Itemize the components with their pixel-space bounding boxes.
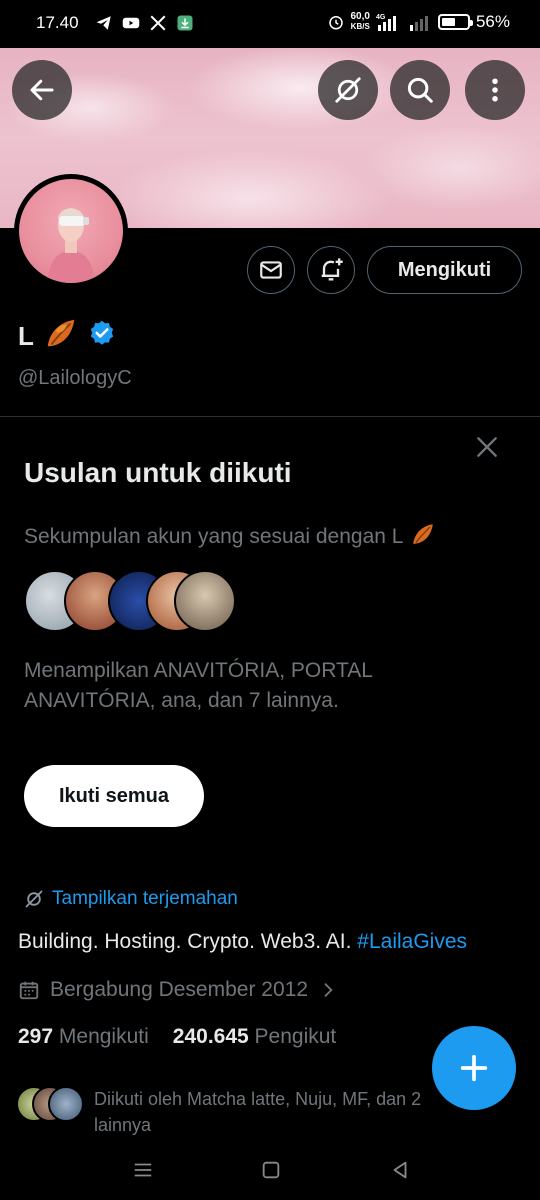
followers-label: Pengikut (254, 1025, 337, 1048)
bio-text: Building. Hosting. Crypto. Web3. AI. (18, 930, 352, 953)
show-translation-link[interactable]: Tampilkan terjemahan (24, 888, 238, 910)
back-button[interactable] (12, 60, 72, 120)
speed-value: 60,0 (350, 11, 370, 22)
home-button[interactable] (257, 1156, 285, 1184)
following-label: Mengikuti (58, 1025, 149, 1048)
youtube-icon (122, 14, 140, 32)
plus-icon (460, 1054, 488, 1082)
battery-icon (437, 14, 473, 30)
recent-apps-button[interactable] (129, 1156, 157, 1184)
leaf-emoji-icon (42, 314, 80, 359)
more-options-button[interactable] (465, 60, 525, 120)
svg-text:4G: 4G (376, 14, 386, 21)
following-button[interactable]: Mengikuti (367, 246, 522, 294)
home-square-icon (262, 1161, 280, 1179)
compose-button[interactable] (432, 1026, 516, 1110)
suggestions-subtitle: Sekumpulan akun yang sesuai dengan L (24, 520, 437, 554)
status-system-icons: 60,0 KB/S 4G 56% (327, 12, 510, 32)
profile-avatar[interactable] (14, 174, 128, 288)
telegram-icon (95, 14, 113, 32)
display-name: L (18, 321, 34, 351)
joined-text: Bergabung Desember 2012 (50, 978, 309, 1001)
battery-percent: 56% (475, 12, 510, 31)
network-speed: 60,0 KB/S (351, 12, 370, 32)
followed-by-avatars (16, 1086, 84, 1122)
suggested-avatar[interactable] (174, 570, 236, 632)
verified-badge-icon[interactable] (88, 319, 116, 354)
avatar-image (19, 179, 123, 283)
back-triangle-icon (393, 1161, 407, 1179)
suggestions-subtitle-text: Sekumpulan akun yang sesuai dengan L (24, 525, 404, 548)
signal-icon: 4G (376, 13, 402, 31)
search-button[interactable] (390, 60, 450, 120)
dismiss-suggestions-button[interactable] (470, 430, 504, 464)
suggestions-description: Menampilkan ANAVITÓRIA, PORTAL ANAVITÓRI… (24, 659, 373, 712)
suggested-accounts-avatars[interactable] (24, 570, 244, 632)
leaf-emoji-icon (409, 520, 437, 554)
joined-date[interactable]: Bergabung Desember 2012 (18, 978, 338, 1002)
followed-by[interactable]: Diikuti oleh Matcha latte, Nuju, MF, dan… (16, 1086, 446, 1138)
message-button[interactable] (247, 246, 295, 294)
divider (0, 416, 540, 417)
following-count: 297 (18, 1025, 54, 1048)
followers-stat[interactable]: 240.645 Pengikut (173, 1025, 337, 1049)
signal-weak-icon (408, 13, 432, 31)
translate-button[interactable] (318, 60, 378, 120)
search-icon (407, 77, 433, 103)
chevron-right-icon (324, 983, 333, 997)
more-vertical-icon (492, 78, 498, 102)
system-navigation-bar (0, 1140, 540, 1200)
mail-icon (260, 261, 282, 279)
followed-by-text: Diikuti oleh Matcha latte, Nuju, MF, dan… (94, 1089, 422, 1135)
alarm-icon (327, 13, 345, 31)
profile-handle: @LailologyC (18, 367, 132, 389)
bio-hashtag-link[interactable]: #LailaGives (357, 930, 467, 953)
translate-icon (25, 890, 43, 908)
suggestions-title: Usulan untuk diikuti (24, 457, 292, 488)
follow-all-button[interactable]: Ikuti semua (24, 765, 204, 827)
close-icon (477, 437, 497, 457)
back-nav-button[interactable] (386, 1156, 414, 1184)
follower-avatar (48, 1086, 84, 1122)
arrow-left-icon (30, 79, 54, 101)
show-translation-label: Tampilkan terjemahan (52, 888, 238, 909)
follow-stats: 297 Mengikuti 240.645 Pengikut (18, 1025, 336, 1049)
speed-unit: KB/S (350, 22, 370, 31)
followers-count: 240.645 (172, 1025, 249, 1048)
menu-icon (134, 1163, 152, 1177)
battery-fill (441, 18, 455, 26)
download-icon (176, 14, 194, 32)
calendar-icon (19, 981, 39, 1000)
status-notification-icons (95, 14, 194, 32)
following-stat[interactable]: 297 Mengikuti (18, 1025, 149, 1049)
bell-plus-icon (321, 258, 343, 281)
translate-icon (335, 77, 361, 103)
x-logo-icon (149, 14, 167, 32)
status-bar: 17.40 60,0 KB/S 4G 56% (0, 0, 540, 48)
profile-name: L (18, 314, 116, 359)
status-time: 17.40 (36, 13, 79, 32)
notify-button[interactable] (307, 246, 355, 294)
profile-bio: Building. Hosting. Crypto. Web3. AI. #La… (18, 930, 467, 954)
